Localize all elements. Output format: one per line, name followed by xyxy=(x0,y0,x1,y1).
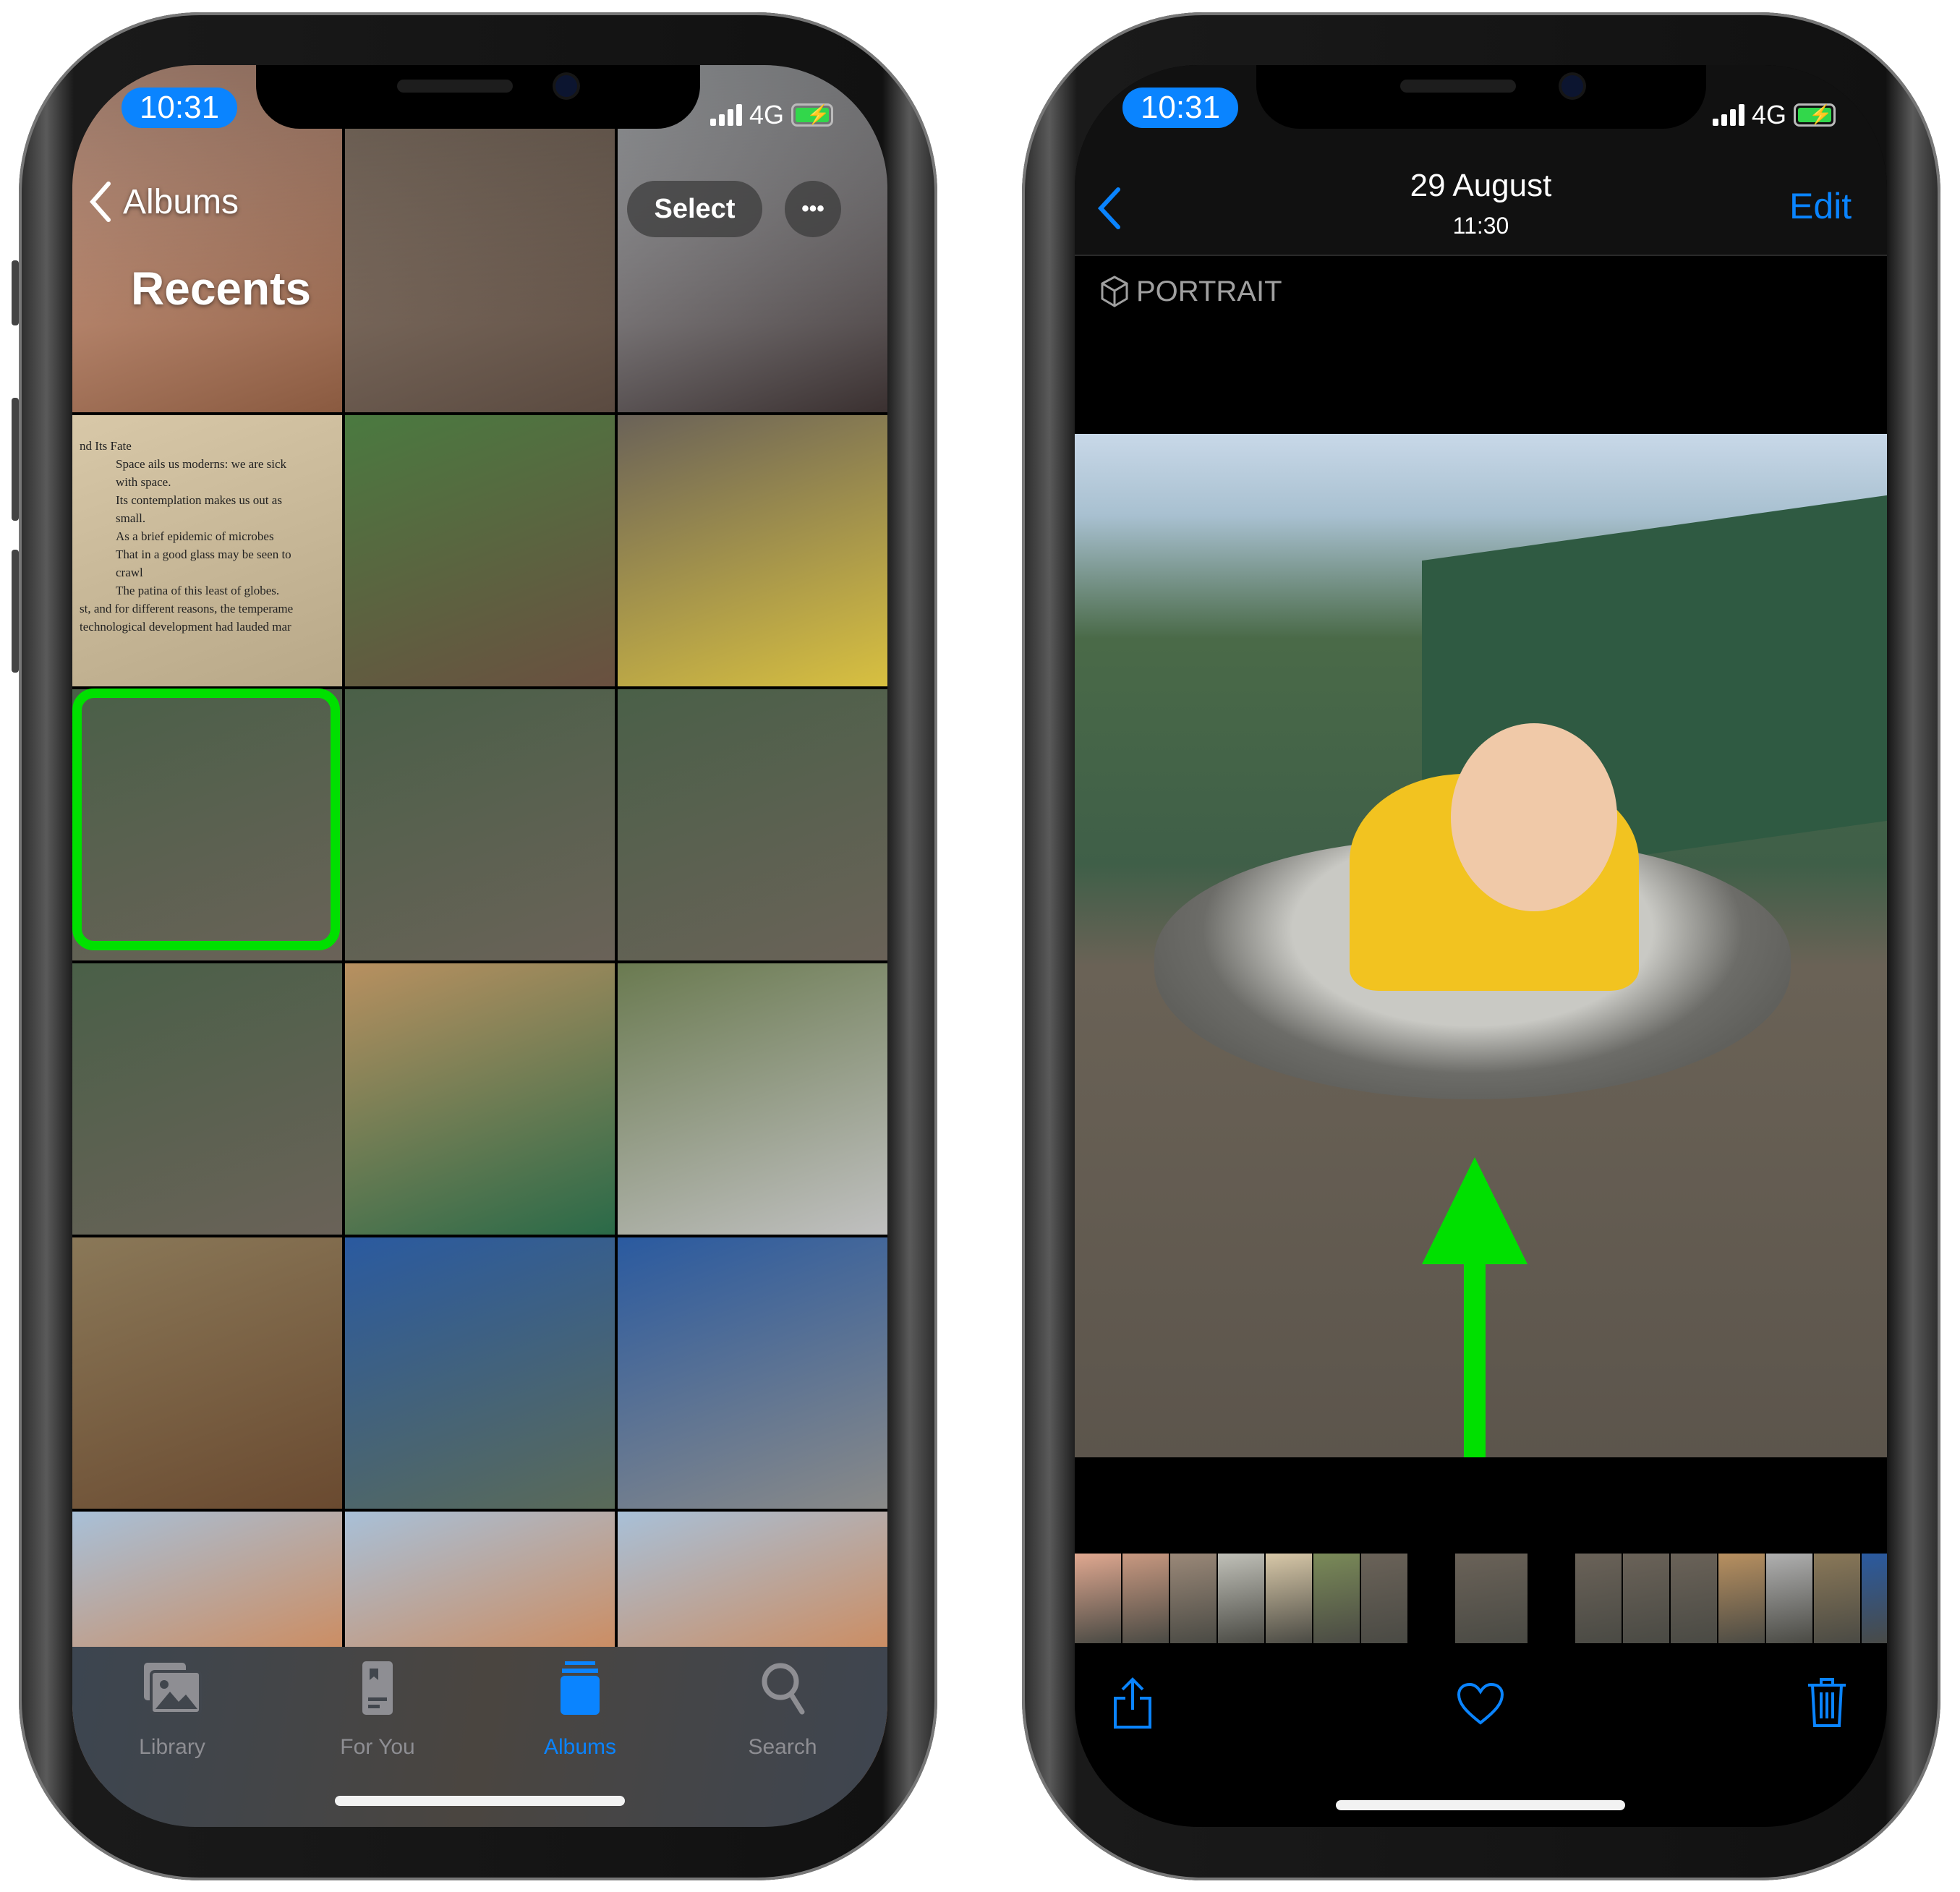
filmstrip-thumbnail[interactable] xyxy=(1122,1554,1169,1643)
filmstrip-thumbnail[interactable] xyxy=(1529,1554,1575,1643)
back-albums-button[interactable]: Albums xyxy=(88,181,239,223)
home-indicator[interactable] xyxy=(1336,1800,1625,1810)
filmstrip-thumbnail[interactable] xyxy=(1218,1554,1264,1643)
photo-thumbnail[interactable] xyxy=(618,415,887,686)
share-icon[interactable] xyxy=(1111,1676,1154,1730)
back-label: Albums xyxy=(123,182,239,221)
portrait-label: PORTRAIT xyxy=(1136,275,1282,307)
search-icon xyxy=(762,1663,805,1715)
portrait-badge: PORTRAIT xyxy=(1100,275,1282,308)
filmstrip-thumbnail[interactable] xyxy=(1766,1554,1812,1643)
tab-label: Library xyxy=(139,1735,205,1759)
photo-thumbnail[interactable] xyxy=(345,415,615,686)
filmstrip-thumbnail[interactable] xyxy=(1623,1554,1669,1643)
main-photo[interactable] xyxy=(1075,434,1887,1457)
tab-label: Albums xyxy=(543,1735,617,1759)
signal-icon xyxy=(1713,104,1744,126)
photo-thumbnail[interactable] xyxy=(618,963,887,1235)
up-arrow-annotation xyxy=(1422,1157,1527,1457)
right-screen: 29 August 11:30 Edit PORTRAIT xyxy=(1075,65,1887,1827)
tab-label: Search xyxy=(748,1735,817,1759)
filmstrip-thumbnail[interactable] xyxy=(1361,1554,1407,1643)
tab-search[interactable]: Search xyxy=(703,1661,862,1760)
filmstrip-thumbnail[interactable] xyxy=(1266,1554,1312,1643)
side-button xyxy=(12,550,19,673)
filmstrip-thumbnail[interactable] xyxy=(1313,1554,1360,1643)
filmstrip-thumbnail[interactable] xyxy=(1862,1554,1887,1643)
chevron-left-icon xyxy=(90,182,111,222)
trash-icon[interactable] xyxy=(1805,1676,1849,1729)
status-time: 10:31 xyxy=(122,88,237,128)
photo-thumbnail[interactable] xyxy=(72,963,342,1235)
book-text-line: st, and for different reasons, the tempe… xyxy=(80,602,294,615)
selected-photo-highlight xyxy=(72,689,340,950)
status-indicators: 4G ⚡ xyxy=(1713,100,1836,130)
albums-icon xyxy=(561,1661,600,1715)
edit-button[interactable]: Edit xyxy=(1789,185,1852,227)
page-title: Recents xyxy=(131,263,311,315)
tab-albums[interactable]: Albums xyxy=(500,1661,660,1760)
photo-thumbnail[interactable]: nd Its Fate Space ails us moderns: we are… xyxy=(72,415,342,686)
filmstrip-thumbnail[interactable] xyxy=(1170,1554,1217,1643)
photo-stack-icon xyxy=(144,1663,202,1715)
book-text-line: The patina of this least of globes. xyxy=(116,584,280,597)
photo-child-head xyxy=(1451,723,1617,911)
photo-thumbnail[interactable] xyxy=(618,1237,887,1509)
more-button[interactable]: ••• xyxy=(785,181,841,237)
notch xyxy=(256,65,700,129)
photo-date-title: 29 August xyxy=(1410,168,1552,203)
photo-thumbnail[interactable] xyxy=(345,689,615,960)
book-text-line: with space. xyxy=(116,475,171,489)
for-you-icon xyxy=(362,1661,393,1715)
cube-icon xyxy=(1101,276,1128,307)
filmstrip-thumbnail[interactable] xyxy=(1409,1554,1455,1643)
status-time: 10:31 xyxy=(1122,88,1238,128)
book-text-line: Its contemplation makes us out as xyxy=(116,493,282,507)
photo-time-subtitle: 11:30 xyxy=(1452,213,1509,239)
network-label: 4G xyxy=(1752,100,1787,129)
photo-thumbnail[interactable] xyxy=(345,963,615,1235)
battery-charging-icon: ⚡ xyxy=(1794,103,1836,127)
left-screen: nd Its Fate Space ails us moderns: we are… xyxy=(72,65,887,1827)
book-text-line: As a brief epidemic of microbes xyxy=(116,529,274,543)
home-indicator[interactable] xyxy=(335,1796,625,1806)
filmstrip-thumbnail[interactable] xyxy=(1671,1554,1717,1643)
filmstrip-thumbnail[interactable] xyxy=(1814,1554,1860,1643)
battery-charging-icon: ⚡ xyxy=(791,103,834,127)
tab-library[interactable]: Library xyxy=(93,1661,252,1760)
photo-thumbnail[interactable] xyxy=(72,1237,342,1509)
network-label: 4G xyxy=(749,100,785,129)
side-button xyxy=(12,398,19,521)
select-button[interactable]: Select xyxy=(627,181,762,237)
filmstrip-thumbnail[interactable] xyxy=(1455,1554,1527,1643)
tab-label: For You xyxy=(340,1735,415,1759)
filmstrip-thumbnail[interactable] xyxy=(1575,1554,1622,1643)
photo-thumbnail[interactable] xyxy=(345,1237,615,1509)
photo-thumbnail[interactable] xyxy=(618,689,887,960)
signal-icon xyxy=(710,104,742,126)
book-text-line: crawl xyxy=(116,566,143,579)
book-text-line: small. xyxy=(116,511,146,525)
status-indicators: 4G ⚡ xyxy=(710,100,834,130)
heart-icon[interactable] xyxy=(1457,1682,1504,1726)
filmstrip[interactable] xyxy=(1075,1554,1887,1643)
tab-for-you[interactable]: For You xyxy=(298,1661,457,1760)
filmstrip-thumbnail[interactable] xyxy=(1718,1554,1765,1643)
tab-bar: Library For You Albums Search xyxy=(72,1647,887,1827)
notch xyxy=(1256,65,1706,129)
book-text-line: technological development had lauded mar xyxy=(80,620,291,634)
book-text-line: Space ails us moderns: we are sick xyxy=(116,457,287,471)
side-button xyxy=(12,260,19,325)
book-text-line: That in a good glass may be seen to xyxy=(116,547,291,561)
filmstrip-thumbnail[interactable] xyxy=(1075,1554,1121,1643)
book-text-line: nd Its Fate xyxy=(80,439,132,453)
